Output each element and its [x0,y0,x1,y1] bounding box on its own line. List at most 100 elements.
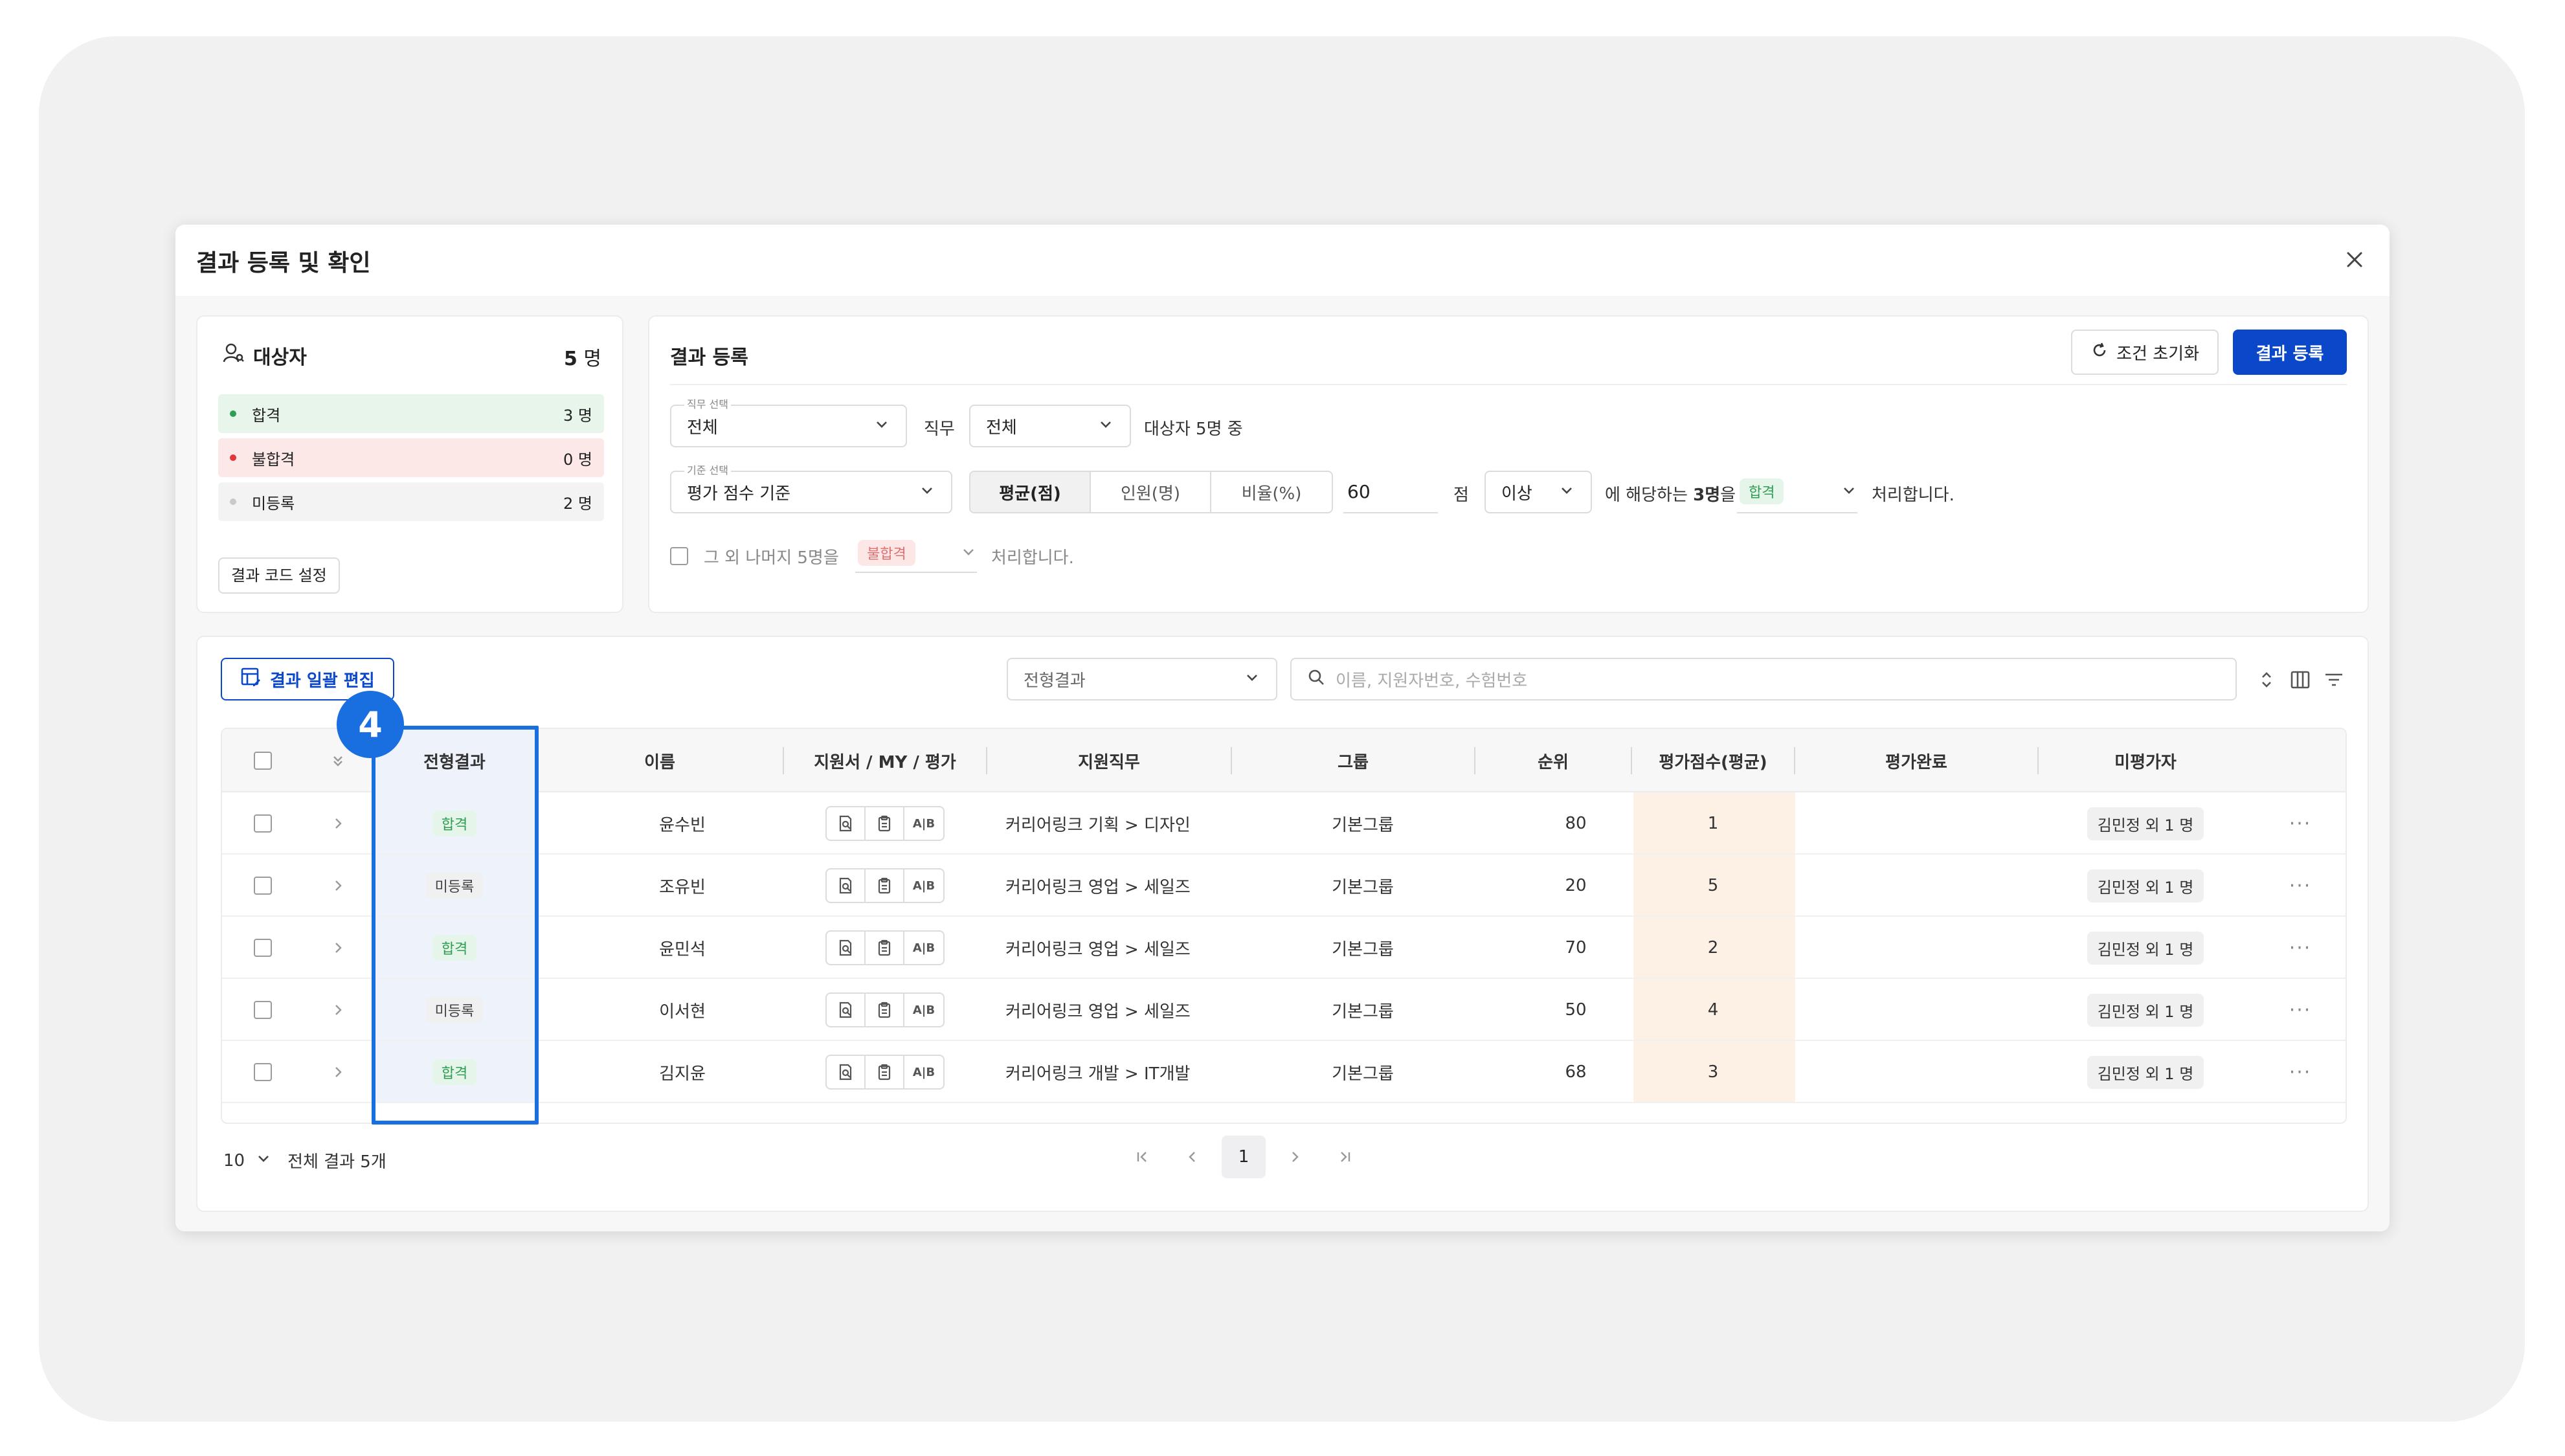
clipboard-icon[interactable] [866,994,904,1026]
header-group[interactable]: 그룹 [1232,729,1474,792]
criteria-select[interactable]: 기준 선택 평가 점수 기준 [670,464,952,513]
chevron-down-icon [919,482,935,503]
first-page-icon[interactable] [1117,1136,1167,1178]
filter-icon[interactable] [2322,668,2346,691]
application-view-icon[interactable] [827,807,866,840]
last-page-icon[interactable] [1320,1136,1371,1178]
row-checkbox[interactable] [254,1063,272,1081]
ab-evaluation-icon[interactable]: A|B [904,1056,943,1088]
modal-header: 결과 등록 및 확인 [175,225,2390,296]
header-done[interactable]: 평가완료 [1795,729,2037,792]
reset-label: 조건 초기화 [2116,344,2199,364]
criteria-select-label: 기준 선택 [684,464,731,477]
docs-cell: A|B [784,855,986,917]
pass-result-select[interactable]: 합격 [1737,471,1857,513]
header-score[interactable]: 평가점수(평균) [1632,729,1794,792]
job-detail-select[interactable]: 전체 [969,405,1131,447]
ab-evaluation-icon[interactable]: A|B [904,932,943,964]
compare-select[interactable]: 이상 [1484,471,1592,513]
score-input[interactable]: 60 [1343,471,1438,513]
search-input[interactable]: 이름, 지원자번호, 수험번호 [1290,658,2237,700]
clipboard-icon[interactable] [866,932,904,964]
target-count-number: 5 [563,348,577,370]
status-label: 불합격 [252,450,295,469]
more-options-icon[interactable]: ··· [2252,855,2346,917]
segment-count[interactable]: 인원(명) [1091,472,1211,512]
table-row[interactable]: 미등록 이서현 A|B 커리어링크 영업 > 세일즈 기본그룹 50 4 김민정… [222,979,2346,1041]
application-view-icon[interactable] [827,869,866,902]
columns-icon[interactable] [2289,668,2312,691]
rank-cell: 80 [1565,814,1587,833]
pending-cell: 김민정 외 1 명 [2039,1041,2252,1103]
pending-evaluator-pill: 김민정 외 1 명 [2087,1055,2204,1089]
application-view-icon[interactable] [827,1056,866,1088]
fail-result-select[interactable]: 불합격 [855,534,977,573]
status-count: 2 명 [563,494,592,513]
select-all-checkbox[interactable] [254,752,272,770]
expand-row-icon[interactable] [304,855,372,917]
expand-row-icon[interactable] [304,979,372,1041]
header-name[interactable]: 이름 [537,729,783,792]
done-cell [1795,979,2037,1041]
table-row[interactable]: 미등록 조유빈 A|B 커리어링크 영업 > 세일즈 기본그룹 20 5 김민정… [222,855,2346,917]
close-icon[interactable] [2343,248,2366,271]
more-options-icon[interactable]: ··· [2252,979,2346,1041]
table-row[interactable]: 합격 김지윤 A|B 커리어링크 개발 > IT개발 기본그룹 68 3 김민정… [222,1041,2346,1103]
row-checkbox[interactable] [254,814,272,833]
score-unit: 점 [1453,486,1469,505]
next-page-icon[interactable] [1270,1136,1320,1178]
ab-evaluation-icon[interactable]: A|B [904,994,943,1026]
sort-icon[interactable] [2255,668,2278,691]
divider [670,384,2347,385]
chevron-down-icon [873,416,890,437]
header-pending[interactable]: 미평가자 [2039,729,2252,792]
apply-prefix: 에 해당하는 [1605,486,1694,505]
table-row[interactable]: 합격 윤민석 A|B 커리어링크 영업 > 세일즈 기본그룹 70 2 김민정 … [222,917,2346,979]
more-options-icon[interactable]: ··· [2252,792,2346,855]
bulk-edit-label: 결과 일괄 편집 [270,671,375,691]
expand-row-icon[interactable] [304,792,372,855]
header-docs[interactable]: 지원서 / MY / 평가 [784,729,986,792]
job-select[interactable]: 직무 선택 전체 [670,398,907,447]
page-size-select[interactable]: 10 전체 결과 5개 [223,1148,386,1172]
reset-conditions-button[interactable]: 조건 초기화 [2071,330,2219,375]
rank-cell: 68 [1565,1062,1587,1082]
doc-icon-group: A|B [825,930,945,965]
application-view-icon[interactable] [827,932,866,964]
done-cell [1795,917,2037,979]
ab-evaluation-icon[interactable]: A|B [904,869,943,902]
application-view-icon[interactable] [827,994,866,1026]
rest-checkbox[interactable] [670,547,688,565]
score-cell: 2 [1707,938,1719,958]
prev-page-icon[interactable] [1167,1136,1218,1178]
ab-evaluation-icon[interactable]: A|B [904,807,943,840]
result-filter-select[interactable]: 전형결과 [1007,658,1277,700]
expand-row-icon[interactable] [304,917,372,979]
status-dot [230,454,236,461]
row-checkbox[interactable] [254,1001,272,1019]
expand-row-icon[interactable] [304,1041,372,1103]
group-cell: 기본그룹 [1332,877,1394,897]
result-code-settings-button[interactable]: 결과 코드 설정 [218,557,340,594]
segment-average[interactable]: 평균(점) [970,472,1091,512]
row-checkbox[interactable] [254,939,272,957]
header-select-all[interactable] [222,729,304,792]
segment-ratio[interactable]: 비율(%) [1211,472,1332,512]
header-rank[interactable]: 순위 [1475,729,1631,792]
pagination: 1 [1117,1136,1371,1178]
submit-result-button[interactable]: 결과 등록 [2233,330,2347,375]
chevron-down-icon [1558,482,1575,503]
page-button-current[interactable]: 1 [1222,1136,1266,1178]
name-cell: 이서현 [659,1002,706,1022]
clipboard-icon[interactable] [866,1056,904,1088]
chevron-down-icon [1097,416,1114,437]
pending-cell: 김민정 외 1 명 [2039,917,2252,979]
clipboard-icon[interactable] [866,869,904,902]
table-row[interactable]: 합격 윤수빈 A|B 커리어링크 기획 > 디자인 기본그룹 80 1 김민정 … [222,792,2346,855]
header-job[interactable]: 지원직무 [987,729,1231,792]
clipboard-icon[interactable] [866,807,904,840]
more-options-icon[interactable]: ··· [2252,1041,2346,1103]
refresh-icon [2090,341,2109,364]
row-checkbox[interactable] [254,877,272,895]
more-options-icon[interactable]: ··· [2252,917,2346,979]
